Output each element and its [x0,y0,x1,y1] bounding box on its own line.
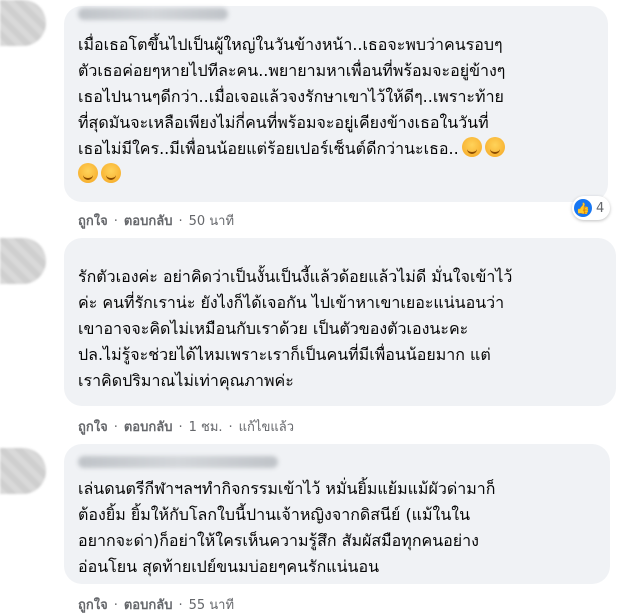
avatar[interactable] [0,0,46,46]
smile-emoji-icon [101,163,121,183]
comment-actions: ถูกใจ · ตอบกลับ · 50 นาที [78,214,235,229]
timestamp[interactable]: 1 ชม. [189,420,223,435]
comment-text: เล่นดนตรีกีฬาฯลฯทำกิจกรรมเข้าไว้ หมั่นยิ… [78,479,496,576]
avatar[interactable] [0,238,46,284]
smile-emoji-icon [484,137,505,157]
smile-emoji-icon [78,163,98,183]
comment-bubble: เล่นดนตรีกีฬาฯลฯทำกิจกรรมเข้าไว้ หมั่นยิ… [64,444,610,584]
comment-actions: ถูกใจ · ตอบกลับ · 55 นาที [78,598,235,613]
avatar[interactable] [0,448,46,494]
thumbs-up-icon: 👍 [574,199,592,217]
comment-actions: ถูกใจ · ตอบกลับ · 1 ชม. · แก้ไขแล้ว [78,420,294,435]
reply-button[interactable]: ตอบกลับ [124,214,173,229]
reaction-badge[interactable]: 👍 4 [572,196,611,220]
comment-bubble: รักตัวเองค่ะ อย่าคิดว่าเป็นงั้นเป็นงี้แล… [64,238,616,406]
smile-emoji-icon [461,137,482,157]
like-button[interactable]: ถูกใจ [78,420,108,435]
comment-text: รักตัวเองค่ะ อย่าคิดว่าเป็นงั้นเป็นงี้แล… [78,267,513,390]
comment-text: เมื่อเธอโตขึ้นไปเป็นผู้ใหญ่ในวันข้างหน้า… [78,32,505,188]
commenter-name[interactable] [78,456,278,468]
reaction-count: 4 [596,200,605,216]
commenter-name[interactable] [78,8,228,20]
comment-bubble: เมื่อเธอโตขึ้นไปเป็นผู้ใหญ่ในวันข้างหน้า… [64,6,608,202]
timestamp[interactable]: 50 นาที [189,214,234,229]
reply-button[interactable]: ตอบกลับ [124,420,173,435]
like-button[interactable]: ถูกใจ [78,214,108,229]
edited-label[interactable]: แก้ไขแล้ว [239,420,294,435]
